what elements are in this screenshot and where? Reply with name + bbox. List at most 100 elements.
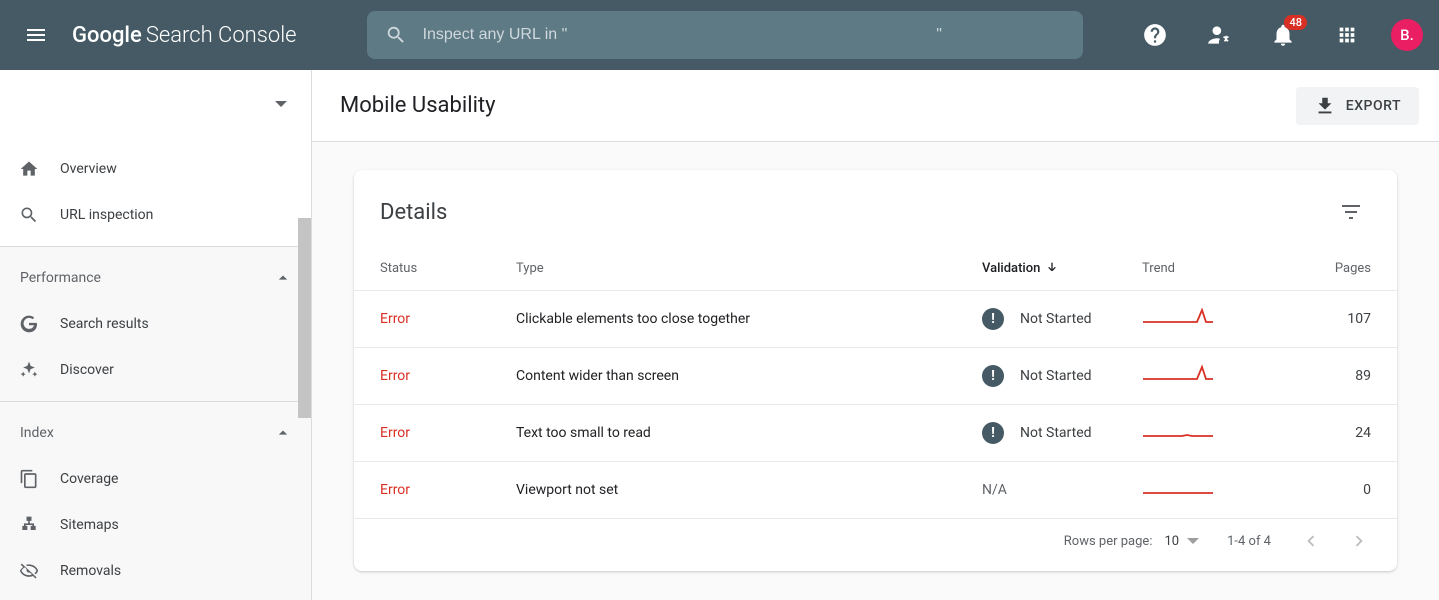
table-row[interactable]: Error Content wider than screen !Not Sta… — [354, 348, 1397, 405]
avatar-initial: B. — [1400, 26, 1414, 44]
sidebar-item-label: Overview — [60, 161, 117, 177]
home-icon — [19, 159, 39, 179]
url-search-input[interactable] — [423, 26, 1065, 44]
logo-primary: Google — [72, 23, 142, 48]
details-title: Details — [380, 200, 447, 225]
apps-button[interactable] — [1327, 15, 1367, 55]
notifications-button[interactable]: 48 — [1263, 15, 1303, 55]
sidebar-section-index[interactable]: Index — [0, 410, 311, 456]
help-icon — [1142, 22, 1168, 48]
arrow-down-icon — [1044, 260, 1060, 276]
sidebar-item-overview[interactable]: Overview — [0, 146, 311, 192]
download-icon — [1314, 95, 1336, 117]
pagination-range: 1-4 of 4 — [1227, 534, 1271, 549]
col-status[interactable]: Status — [380, 261, 516, 276]
row-type: Text too small to read — [516, 425, 982, 441]
info-circle-icon: ! — [982, 365, 1004, 387]
account-avatar[interactable]: B. — [1391, 19, 1423, 51]
validation-status: Not Started — [1020, 368, 1092, 384]
section-label: Performance — [20, 270, 101, 286]
row-trend — [1142, 478, 1292, 502]
row-trend — [1142, 307, 1292, 331]
sidebar-item-label: Coverage — [60, 471, 118, 487]
product-logo: Google Search Console — [72, 23, 297, 48]
prev-page-button[interactable] — [1299, 529, 1323, 553]
info-circle-icon: ! — [982, 308, 1004, 330]
row-status: Error — [380, 311, 516, 327]
filter-icon — [1339, 200, 1363, 224]
caret-down-icon — [275, 98, 287, 110]
search-icon — [19, 205, 39, 225]
user-settings-button[interactable] — [1199, 15, 1239, 55]
sidebar-item-label: Sitemaps — [60, 517, 119, 533]
search-icon — [385, 24, 407, 46]
menu-button[interactable] — [16, 15, 56, 55]
user-settings-icon — [1206, 22, 1232, 48]
table-row[interactable]: Error Viewport not set N/A 0 — [354, 462, 1397, 519]
row-type: Content wider than screen — [516, 368, 982, 384]
visibility-off-icon — [19, 561, 39, 581]
row-pages: 107 — [1292, 311, 1371, 327]
row-trend — [1142, 364, 1292, 388]
row-type: Clickable elements too close together — [516, 311, 982, 327]
sidebar-item-label: Search results — [60, 316, 149, 332]
trend-sparkline-icon — [1142, 307, 1214, 327]
row-status: Error — [380, 482, 516, 498]
google-g-icon — [19, 314, 39, 334]
export-label: EXPORT — [1346, 98, 1401, 114]
discover-icon — [19, 360, 39, 380]
sidebar-item-removals[interactable]: Removals — [0, 548, 311, 594]
chevron-up-icon — [273, 268, 293, 288]
row-status: Error — [380, 425, 516, 441]
sitemap-icon — [19, 515, 39, 535]
next-page-button[interactable] — [1347, 529, 1371, 553]
logo-secondary: Search Console — [146, 23, 297, 48]
table-header: Status Type Validation Trend Pages — [354, 242, 1397, 291]
sidebar-section-performance[interactable]: Performance — [0, 255, 311, 301]
export-button[interactable]: EXPORT — [1296, 87, 1419, 125]
rows-per-page-select[interactable]: 10 — [1164, 534, 1199, 549]
col-pages[interactable]: Pages — [1292, 261, 1371, 276]
section-label: Index — [20, 425, 54, 441]
filter-button[interactable] — [1331, 192, 1371, 232]
sidebar-item-label: Removals — [60, 563, 121, 579]
row-trend — [1142, 421, 1292, 445]
row-pages: 0 — [1292, 482, 1371, 498]
col-type[interactable]: Type — [516, 261, 982, 276]
chevron-up-icon — [273, 423, 293, 443]
url-search-bar[interactable] — [367, 11, 1083, 59]
table-row[interactable]: Error Text too small to read ! Not Starte… — [354, 405, 1397, 462]
trend-sparkline-icon — [1142, 421, 1214, 441]
page-title: Mobile Usability — [340, 93, 496, 118]
apps-grid-icon — [1336, 24, 1358, 46]
trend-sparkline-icon — [1142, 478, 1214, 498]
chevron-right-icon — [1348, 530, 1370, 552]
row-type: Viewport not set — [516, 482, 982, 498]
sidebar-item-url-inspection[interactable]: URL inspection — [0, 192, 311, 238]
col-trend[interactable]: Trend — [1142, 261, 1292, 276]
scrollbar-thumb[interactable] — [298, 218, 311, 418]
rows-per-page-value: 10 — [1164, 534, 1179, 549]
notification-badge: 48 — [1284, 15, 1307, 30]
sidebar-item-label: Discover — [60, 362, 114, 378]
validation-status: Not Started — [1020, 425, 1092, 441]
trend-sparkline-icon — [1142, 364, 1214, 384]
copy-icon — [19, 469, 39, 489]
sidebar-item-label: URL inspection — [60, 207, 153, 223]
sidebar-item-coverage[interactable]: Coverage — [0, 456, 311, 502]
chevron-left-icon — [1300, 530, 1322, 552]
caret-down-icon — [1187, 535, 1199, 547]
table-row[interactable]: Error Clickable elements too close toget… — [354, 291, 1397, 348]
property-selector[interactable] — [0, 70, 311, 138]
rows-per-page-label: Rows per page: — [1064, 534, 1153, 549]
sidebar-item-search-results[interactable]: Search results — [0, 301, 311, 347]
row-pages: 89 — [1292, 368, 1371, 384]
sidebar-item-discover[interactable]: Discover — [0, 347, 311, 393]
hamburger-icon — [24, 23, 48, 47]
col-validation[interactable]: Validation — [982, 260, 1142, 276]
row-pages: 24 — [1292, 425, 1371, 441]
sidebar-item-sitemaps[interactable]: Sitemaps — [0, 502, 311, 548]
info-circle-icon: ! — [982, 422, 1004, 444]
validation-status: Not Started — [1020, 311, 1092, 327]
help-button[interactable] — [1135, 15, 1175, 55]
